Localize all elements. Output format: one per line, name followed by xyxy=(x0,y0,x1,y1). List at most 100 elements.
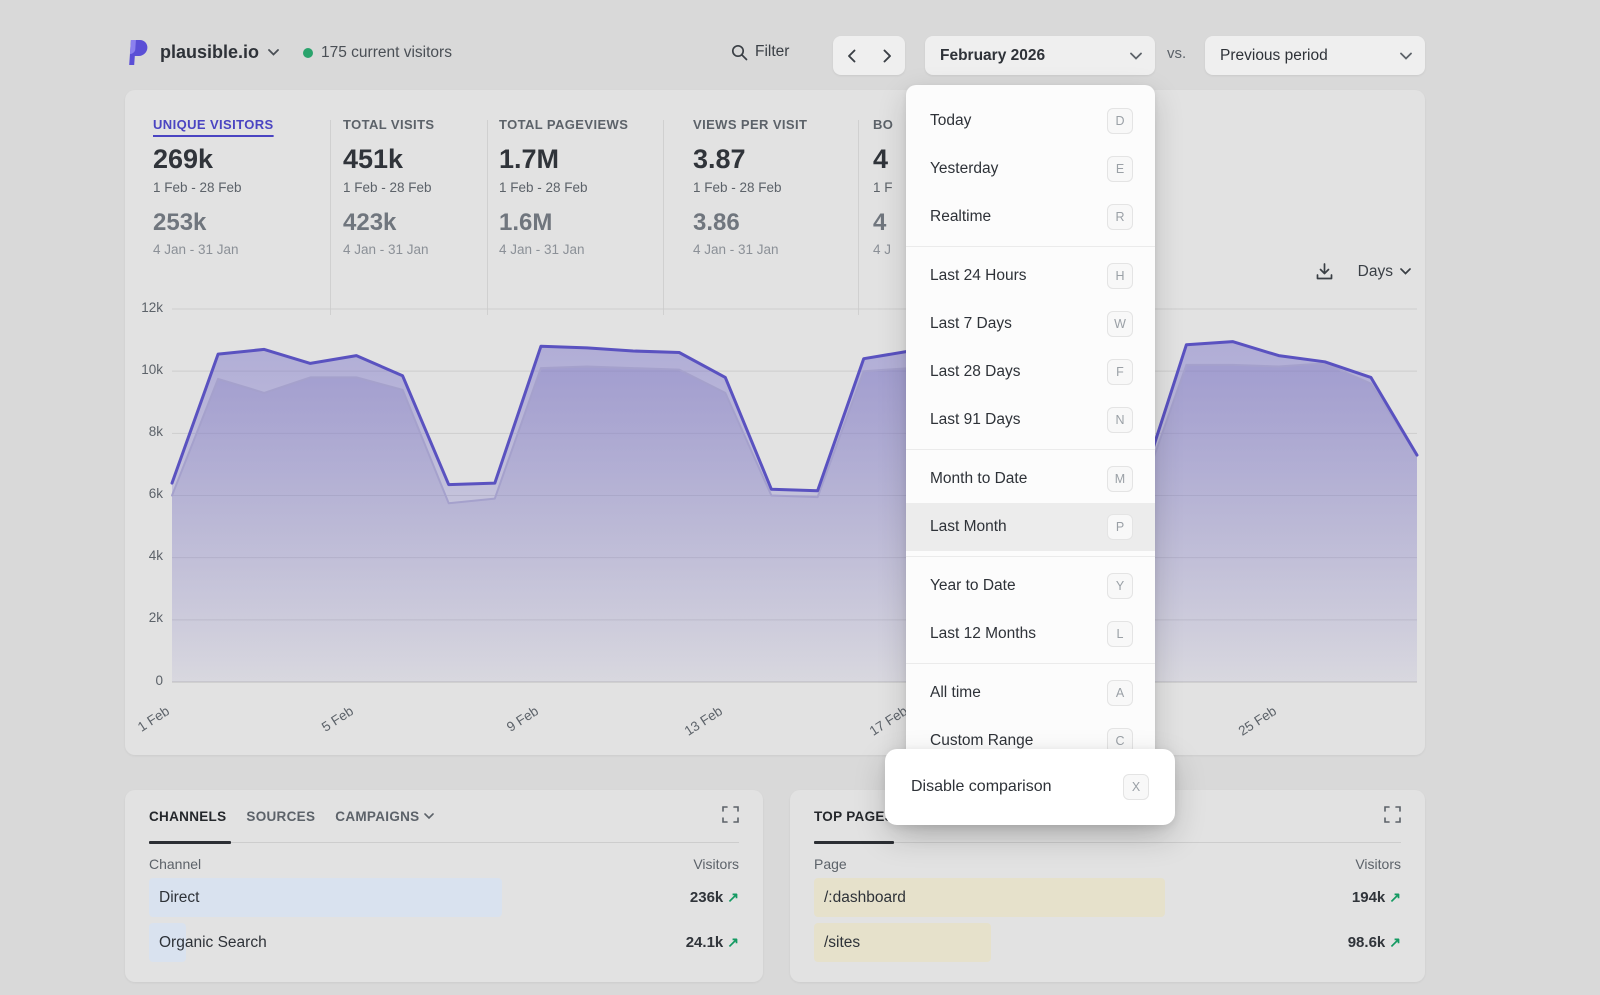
shortcut-badge: H xyxy=(1107,263,1133,289)
menu-item-disable-comparison[interactable]: Disable comparison X xyxy=(885,749,1175,825)
shortcut-badge: E xyxy=(1107,156,1133,182)
top-bar: plausible.io 175 current visitors Filter xyxy=(125,36,1425,76)
col-name: Page xyxy=(814,856,847,872)
comparison-select[interactable]: Previous period xyxy=(1205,36,1425,75)
tab-channels[interactable]: CHANNELS xyxy=(149,809,226,824)
stat-period: 1 Feb - 28 Feb xyxy=(343,180,434,195)
shortcut-badge: N xyxy=(1107,407,1133,433)
menu-item-realtime[interactable]: Realtime R xyxy=(906,193,1155,241)
stat-period: 1 Feb - 28 Feb xyxy=(499,180,628,195)
trend-up-icon: ↗ xyxy=(727,889,739,906)
y-tick: 0 xyxy=(125,673,163,688)
stat-value: 4 xyxy=(873,144,893,175)
comparison-value: Previous period xyxy=(1220,47,1328,65)
column-headers: Channel Visitors xyxy=(149,856,739,872)
x-tick: 9 Feb xyxy=(494,703,541,741)
stat-prev-period: 4 Jan - 31 Jan xyxy=(153,242,274,257)
stat-value: 451k xyxy=(343,144,434,175)
menu-item-last-12-months[interactable]: Last 12 Months L xyxy=(906,610,1155,658)
expand-icon[interactable] xyxy=(722,806,739,823)
chevron-down-icon xyxy=(1130,52,1142,60)
site-name: plausible.io xyxy=(160,42,259,63)
menu-group: Today D Yesterday E Realtime R xyxy=(906,92,1155,246)
chevron-down-icon xyxy=(268,49,279,56)
trend-up-icon: ↗ xyxy=(1389,889,1401,906)
vs-label: vs. xyxy=(1167,45,1186,62)
menu-item-last-24-hours[interactable]: Last 24 Hours H xyxy=(906,252,1155,300)
shortcut-badge: W xyxy=(1107,311,1133,337)
shortcut-badge: M xyxy=(1107,466,1133,492)
filter-button[interactable]: Filter xyxy=(731,43,789,61)
menu-item-last-7-days[interactable]: Last 7 Days W xyxy=(906,300,1155,348)
divider xyxy=(858,120,859,315)
date-range-value: February 2026 xyxy=(940,47,1045,65)
y-tick: 8k xyxy=(125,424,163,439)
menu-item-last-91-days[interactable]: Last 91 Days N xyxy=(906,396,1155,444)
tab-top-pages[interactable]: TOP PAGES xyxy=(814,809,894,824)
shortcut-badge: P xyxy=(1107,514,1133,540)
shortcut-badge: D xyxy=(1107,108,1133,134)
channel-row-organic-search[interactable]: Organic Search 24.1k↗ xyxy=(149,923,739,962)
y-tick: 4k xyxy=(125,548,163,563)
y-tick: 10k xyxy=(125,362,163,377)
stat-total-pageviews[interactable]: TOTAL PAGEVIEWS 1.7M 1 Feb - 28 Feb 1.6M… xyxy=(499,117,628,257)
channel-row-direct[interactable]: Direct 236k↗ xyxy=(149,878,739,917)
stat-value: 1.7M xyxy=(499,144,628,175)
menu-item-all-time[interactable]: All time A xyxy=(906,669,1155,717)
stat-prev-period: 4 J xyxy=(873,242,893,257)
col-name: Channel xyxy=(149,856,201,872)
menu-item-yesterday[interactable]: Yesterday E xyxy=(906,145,1155,193)
menu-item-today[interactable]: Today D xyxy=(906,97,1155,145)
tab-underline xyxy=(149,842,739,843)
visitors-area-chart[interactable] xyxy=(172,309,1417,682)
menu-group: Last 24 Hours H Last 7 Days W Last 28 Da… xyxy=(906,246,1155,449)
stat-total-visits[interactable]: TOTAL VISITS 451k 1 Feb - 28 Feb 423k 4 … xyxy=(343,117,434,257)
menu-item-last-28-days[interactable]: Last 28 Days F xyxy=(906,348,1155,396)
chevron-down-icon xyxy=(1400,268,1411,275)
chevron-left-icon xyxy=(847,49,856,63)
previous-period-arrow[interactable] xyxy=(833,36,869,75)
x-tick: 1 Feb xyxy=(125,703,172,741)
divider xyxy=(663,120,664,315)
page-row-dashboard[interactable]: /:dashboard 194k↗ xyxy=(814,878,1401,917)
download-icon[interactable] xyxy=(1315,262,1334,281)
divider xyxy=(487,120,488,315)
stat-unique-visitors[interactable]: UNIQUE VISITORS 269k 1 Feb - 28 Feb 253k… xyxy=(153,117,274,257)
date-range-select[interactable]: February 2026 xyxy=(925,36,1155,75)
col-value: Visitors xyxy=(693,856,739,872)
shortcut-badge: A xyxy=(1107,680,1133,706)
stat-bounce-rate-truncated[interactable]: BO 4 1 F 4 4 J xyxy=(873,117,893,257)
stat-views-per-visit[interactable]: VIEWS PER VISIT 3.87 1 Feb - 28 Feb 3.86… xyxy=(693,117,807,257)
stat-period: 1 F xyxy=(873,180,893,195)
tab-campaigns[interactable]: CAMPAIGNS xyxy=(335,809,434,824)
trend-up-icon: ↗ xyxy=(727,934,739,951)
page-row-sites[interactable]: /sites 98.6k↗ xyxy=(814,923,1401,962)
row-bar xyxy=(149,878,502,917)
chevron-down-icon xyxy=(424,813,434,820)
col-value: Visitors xyxy=(1355,856,1401,872)
menu-item-month-to-date[interactable]: Month to Date M xyxy=(906,455,1155,503)
current-visitors[interactable]: 175 current visitors xyxy=(303,44,452,62)
stat-prev-period: 4 Jan - 31 Jan xyxy=(499,242,628,257)
plausible-dashboard: plausible.io 175 current visitors Filter xyxy=(0,0,1600,995)
shortcut-badge: L xyxy=(1107,621,1133,647)
stat-prev-value: 423k xyxy=(343,209,434,237)
channels-tabs: CHANNELS SOURCES CAMPAIGNS xyxy=(149,804,739,828)
filter-label: Filter xyxy=(755,43,789,61)
interval-select[interactable]: Days xyxy=(1358,263,1411,281)
menu-item-year-to-date[interactable]: Year to Date Y xyxy=(906,562,1155,610)
column-headers: Page Visitors xyxy=(814,856,1401,872)
y-tick: 2k xyxy=(125,610,163,625)
expand-icon[interactable] xyxy=(1384,806,1401,823)
x-tick: 17 Feb xyxy=(863,703,910,741)
site-switcher[interactable]: plausible.io xyxy=(128,39,279,66)
tab-sources[interactable]: SOURCES xyxy=(246,809,315,824)
chevron-down-icon xyxy=(1400,52,1412,60)
stats-and-chart-panel: UNIQUE VISITORS 269k 1 Feb - 28 Feb 253k… xyxy=(125,90,1425,755)
date-range-menu: Today D Yesterday E Realtime R Last 24 H… xyxy=(906,85,1155,812)
tab-underline xyxy=(814,842,1401,843)
menu-item-last-month[interactable]: Last Month P xyxy=(906,503,1155,551)
chevron-right-icon xyxy=(883,49,892,63)
trend-up-icon: ↗ xyxy=(1389,934,1401,951)
next-period-arrow[interactable] xyxy=(869,36,905,75)
